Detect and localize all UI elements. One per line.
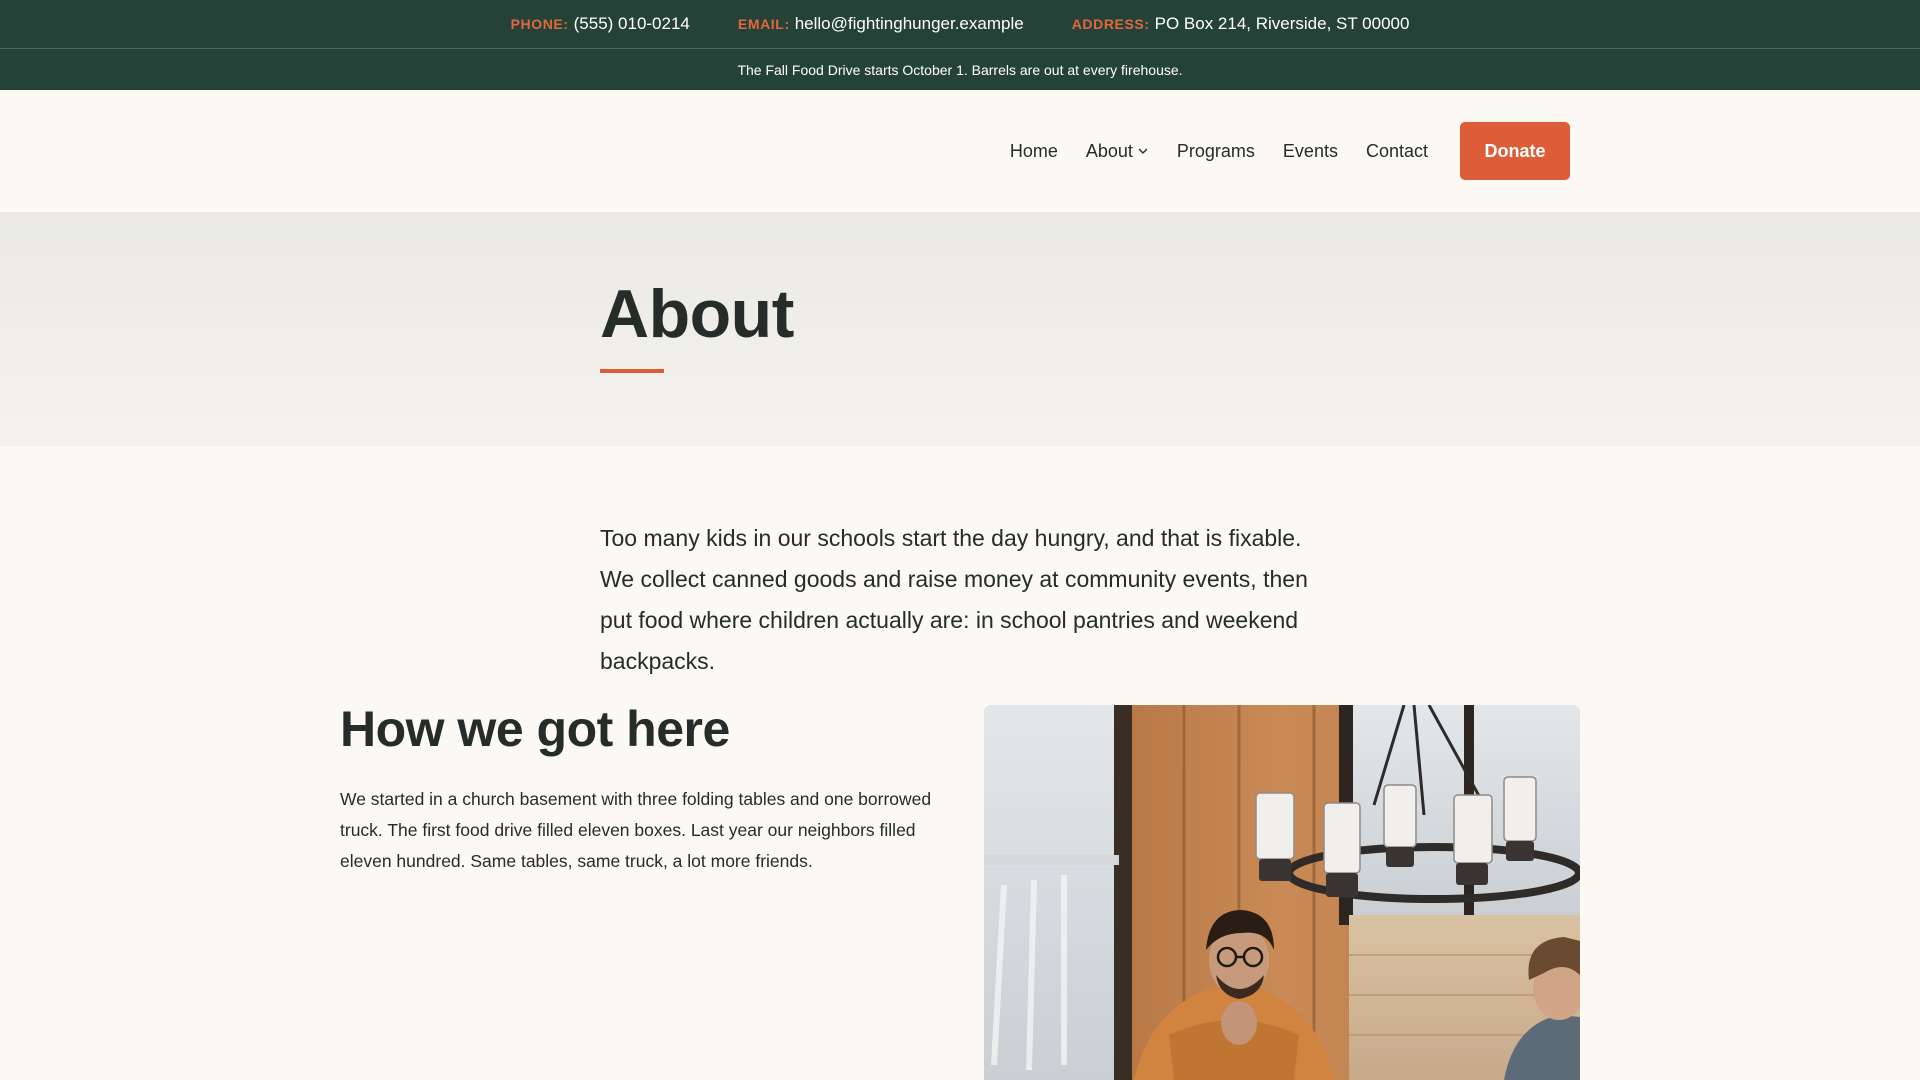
history-paragraph: We started in a church basement with thr… — [340, 789, 932, 871]
nav-item-about-label: About — [1085, 140, 1133, 161]
contact-email[interactable]: EMAIL: hello@fightinghunger.example — [738, 14, 1024, 34]
phone-label: PHONE: — [510, 16, 569, 32]
nav-item-about[interactable]: About — [1086, 141, 1149, 162]
volunteers-photo — [984, 705, 1580, 1080]
contact-phone[interactable]: PHONE: (555) 010-0214 — [511, 14, 690, 34]
title-underline — [600, 369, 664, 373]
contact-address: ADDRESS: PO Box 214, Riverside, ST 00000 — [1072, 14, 1410, 34]
address-value: PO Box 214, Riverside, ST 00000 — [1154, 14, 1410, 33]
nav-item-home[interactable]: Home — [1010, 141, 1058, 162]
top-bar: PHONE: (555) 010-0214 EMAIL: hello@fight… — [0, 0, 1920, 90]
nav-item-contact[interactable]: Contact — [1366, 141, 1428, 162]
announcement-banner: The Fall Food Drive starts October 1. Ba… — [737, 62, 1183, 78]
intro-paragraph: Too many kids in our schools start the d… — [600, 525, 1308, 674]
address-label: ADDRESS: — [1071, 16, 1150, 32]
nav-item-events[interactable]: Events — [1283, 141, 1338, 162]
photo-illustration — [984, 705, 1580, 1080]
page-title: About — [600, 276, 794, 352]
nav-item-programs[interactable]: Programs — [1177, 141, 1255, 162]
contact-row: PHONE: (555) 010-0214 EMAIL: hello@fight… — [0, 0, 1920, 49]
email-label: EMAIL: — [737, 16, 790, 32]
email-value[interactable]: hello@fightinghunger.example — [795, 14, 1024, 34]
page-title-band: About — [0, 212, 1920, 446]
history-heading: How we got here — [340, 701, 730, 757]
site-header: Home About Programs Events Contact Donat… — [0, 90, 1920, 212]
donate-button[interactable]: Donate — [1460, 122, 1570, 180]
phone-value[interactable]: (555) 010-0214 — [574, 14, 690, 34]
main-nav: Home About Programs Events Contact Donat… — [1010, 90, 1570, 212]
chevron-down-icon — [1138, 148, 1148, 154]
